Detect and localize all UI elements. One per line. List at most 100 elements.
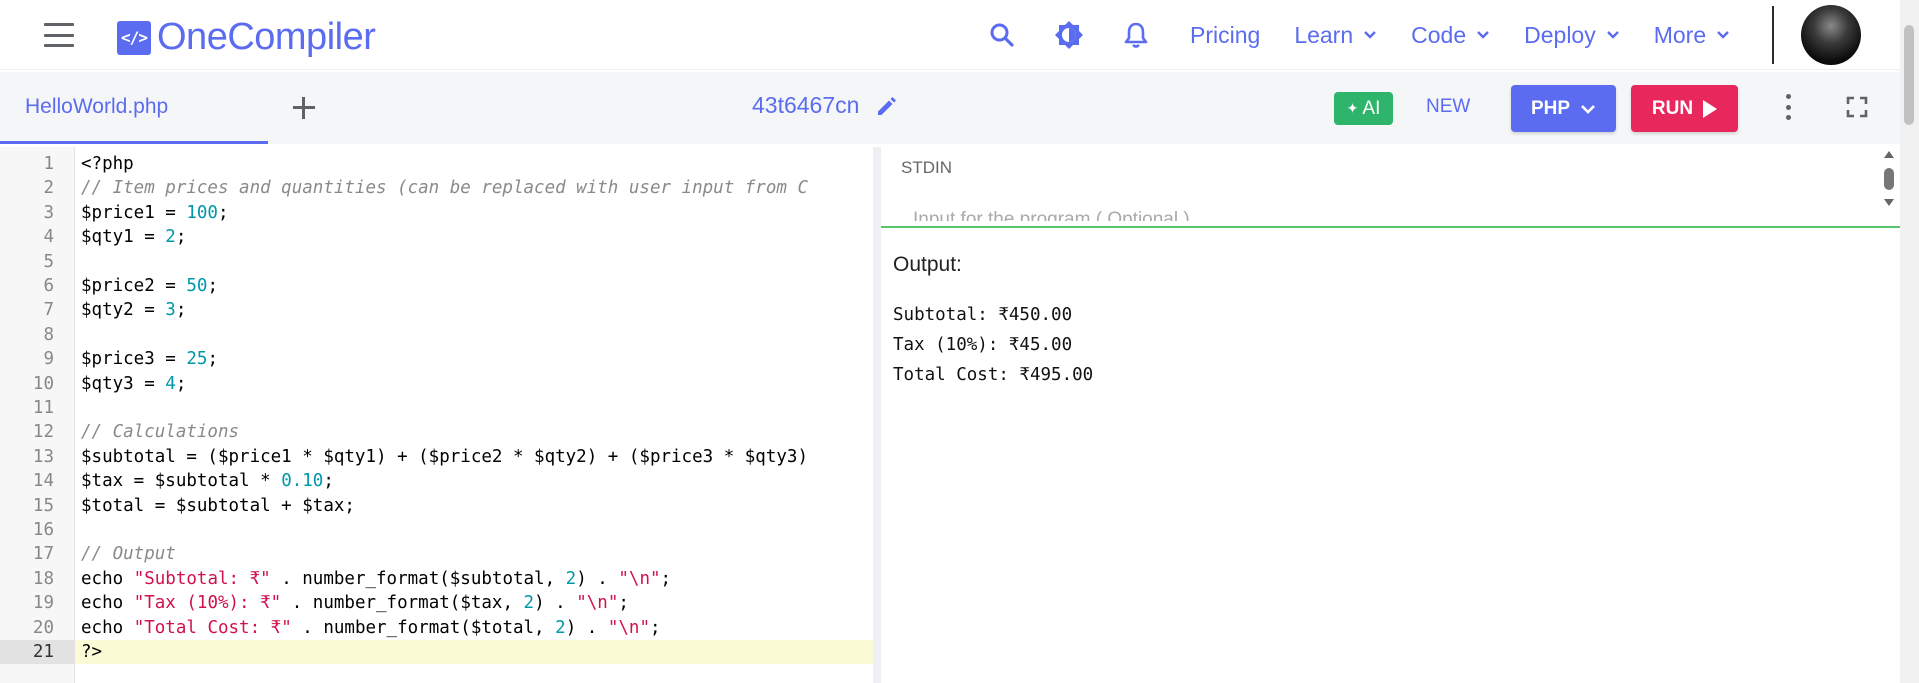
code-text: $price2 = 50; [81,276,218,296]
code-line[interactable]: 19 echo "Tax (10%): ₹" . number_format($t… [0,591,873,615]
io-panel: STDIN Input for the program ( Optional )… [881,147,1900,683]
chevron-down-icon [1717,31,1729,39]
code-text: $qty2 = 3; [81,300,187,321]
code-text: $subtotal = ($price1 * $qty1) + ($price2… [81,446,808,467]
nav-pricing[interactable]: Pricing [1190,22,1260,49]
line-number: 16 [32,520,54,540]
code-text: ?> [81,642,103,662]
theme-toggle-icon[interactable] [1054,20,1084,50]
code-line[interactable]: 17 // Output [0,542,873,566]
code-line[interactable]: 4 $qty1 = 2; [0,225,873,249]
code-line[interactable]: 10 $qty3 = 4; [0,372,873,396]
output-label: Output: [893,253,962,276]
run-button[interactable]: RUN [1631,85,1738,132]
new-button[interactable]: NEW [1426,96,1470,118]
code-line[interactable]: 12 // Calculations [0,420,873,444]
output-line: Tax (10%): ₹45.00 [893,335,1073,355]
line-number: 15 [32,495,54,516]
output-line: Total Cost: ₹495.00 [893,365,1094,385]
code-line[interactable]: 21 ?> [0,640,873,664]
code-line[interactable]: 9 $price3 = 25; [0,347,873,371]
line-number: 18 [32,568,54,589]
code-line[interactable]: 18 echo "Subtotal: ₹" . number_format($su… [0,567,873,591]
code-line[interactable]: 5 [0,250,873,274]
code-text: $total = $subtotal + $tax; [81,495,355,516]
nav-divider [1772,6,1774,64]
code-line[interactable]: 7 $qty2 = 3; [0,298,873,322]
more-options-icon[interactable] [1784,94,1792,120]
sparkle-icon: ✦ [1346,100,1359,116]
page-scrollbar-thumb[interactable] [1904,25,1914,125]
brand-name: OneCompiler [157,16,376,58]
code-line[interactable]: 8 [0,323,873,347]
code-line[interactable]: 2 // Item prices and quantities (can be r… [0,176,873,200]
nav-code-label: Code [1411,21,1467,48]
nav-learn[interactable]: Learn [1294,22,1377,49]
code-text: // Calculations [81,422,240,443]
line-number: 19 [32,593,54,614]
nav-deploy-label: Deploy [1524,21,1596,48]
code-line[interactable]: 14 $tax = $subtotal * 0.10; [0,469,873,493]
line-number: 12 [32,422,54,443]
chevron-down-icon [1581,104,1595,114]
nav-more[interactable]: More [1654,22,1730,49]
add-file-icon[interactable] [290,94,318,122]
line-number: 3 [43,202,54,223]
line-number: 21 [0,640,75,664]
line-number: 13 [32,446,54,467]
code-editor[interactable]: 1 <?php 2 // Item prices and quantities (ca… [0,147,873,683]
chevron-down-icon [1477,31,1489,39]
nav-code[interactable]: Code [1411,22,1490,49]
line-number: 8 [43,324,54,345]
code-text: $qty1 = 2; [81,227,187,248]
stdin-scrollbar[interactable] [1879,147,1899,225]
edit-icon[interactable] [875,94,899,118]
stdin-label: STDIN [901,158,952,177]
nav-deploy[interactable]: Deploy [1524,22,1620,49]
stdin-divider [881,226,1900,228]
logo-mark: </> [117,20,151,55]
language-select[interactable]: PHP [1511,85,1616,132]
line-number: 20 [32,617,54,638]
logo[interactable]: </> OneCompiler [117,16,376,59]
search-icon[interactable] [987,20,1017,50]
line-number: 17 [32,544,54,565]
ai-button[interactable]: ✦ AI [1334,92,1393,125]
line-number: 14 [32,471,54,492]
menu-icon[interactable] [44,23,74,47]
code-text: $tax = $subtotal * 0.10; [81,471,334,492]
code-text: // Output [81,544,176,565]
bell-icon[interactable] [1121,20,1151,50]
code-line[interactable]: 6 $price2 = 50; [0,274,873,298]
code-text: // Item prices and quantities (can be re… [81,178,808,199]
code-text: echo "Subtotal: ₹" . number_format($subt… [81,568,672,589]
code-line[interactable]: 1 <?php [0,152,873,176]
page-scrollbar[interactable] [1900,0,1919,683]
play-icon [1703,99,1718,118]
code-id-label: 43t6467cn [752,92,860,118]
code-text: $price1 = 100; [81,202,229,223]
code-text: $qty3 = 4; [81,373,187,394]
avatar[interactable] [1801,5,1861,65]
top-navbar: </> OneCompiler Pricing Learn Code Deplo… [0,0,1900,70]
editor-toolbar: HelloWorld.php 43t6467cn ✦ AI NEW PHP RUN [0,72,1900,144]
ai-label: AI [1362,97,1381,119]
code-text: $price3 = 25; [81,349,218,370]
file-tab[interactable]: HelloWorld.php [0,72,268,144]
code-line[interactable]: 3 $price1 = 100; [0,201,873,225]
code-line[interactable]: 16 [0,518,873,542]
line-number: 5 [43,251,54,272]
code-line[interactable]: 13 $subtotal = ($price1 * $qty1) + ($pric… [0,445,873,469]
code-text: <?php [81,154,134,174]
line-number: 4 [43,227,54,248]
stdin-input[interactable]: Input for the program ( Optional ) [913,209,1190,221]
language-label: PHP [1530,97,1571,119]
fullscreen-icon[interactable] [1846,96,1868,118]
code-text: echo "Total Cost: ₹" . number_format($to… [81,617,661,638]
code-line[interactable]: 15 $total = $subtotal + $tax; [0,494,873,518]
code-line[interactable]: 20 echo "Total Cost: ₹" . number_format($… [0,616,873,640]
line-number: 6 [43,276,54,296]
panel-splitter[interactable] [873,147,881,683]
code-line[interactable]: 11 [0,396,873,420]
line-number: 7 [43,300,54,321]
